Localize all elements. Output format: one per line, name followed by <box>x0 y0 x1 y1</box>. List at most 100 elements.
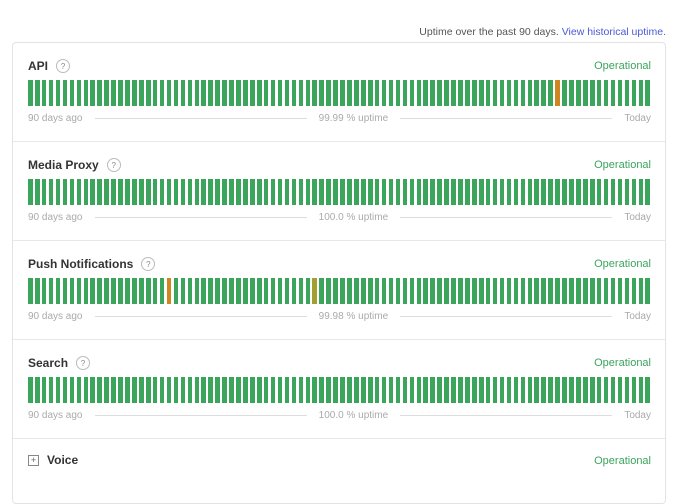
uptime-day-bar[interactable] <box>222 377 227 403</box>
uptime-day-bar[interactable] <box>382 80 387 106</box>
uptime-day-bar[interactable] <box>396 278 401 304</box>
uptime-day-bar[interactable] <box>458 80 463 106</box>
uptime-day-bar[interactable] <box>340 377 345 403</box>
uptime-day-bar[interactable] <box>639 278 644 304</box>
uptime-day-bar[interactable] <box>271 80 276 106</box>
uptime-day-bar[interactable] <box>257 80 262 106</box>
uptime-day-bar[interactable] <box>396 80 401 106</box>
uptime-day-bar[interactable] <box>306 278 311 304</box>
uptime-day-bar[interactable] <box>500 377 505 403</box>
uptime-day-bar[interactable] <box>521 278 526 304</box>
uptime-day-bar[interactable] <box>63 80 68 106</box>
uptime-day-bar[interactable] <box>590 278 595 304</box>
uptime-day-bar[interactable] <box>583 179 588 205</box>
uptime-day-bar[interactable] <box>215 377 220 403</box>
uptime-day-bar[interactable] <box>229 179 234 205</box>
uptime-day-bar[interactable] <box>215 278 220 304</box>
uptime-day-bar[interactable] <box>56 80 61 106</box>
uptime-day-bar[interactable] <box>111 377 116 403</box>
uptime-day-bar[interactable] <box>174 80 179 106</box>
uptime-day-bar[interactable] <box>84 278 89 304</box>
uptime-day-bar[interactable] <box>493 179 498 205</box>
view-historical-uptime-link[interactable]: View historical uptime. <box>562 26 666 38</box>
uptime-day-bar[interactable] <box>146 80 151 106</box>
uptime-day-bar[interactable] <box>264 179 269 205</box>
uptime-day-bar[interactable] <box>403 278 408 304</box>
uptime-day-bar[interactable] <box>479 179 484 205</box>
uptime-day-bar[interactable] <box>236 179 241 205</box>
uptime-day-bar[interactable] <box>507 80 512 106</box>
uptime-day-bar[interactable] <box>84 179 89 205</box>
uptime-day-bar[interactable] <box>597 377 602 403</box>
uptime-day-bar[interactable] <box>63 377 68 403</box>
uptime-day-bar[interactable] <box>42 179 47 205</box>
uptime-day-bar[interactable] <box>90 80 95 106</box>
uptime-day-bar[interactable] <box>645 80 650 106</box>
help-icon[interactable]: ? <box>56 59 70 73</box>
uptime-day-bar[interactable] <box>285 80 290 106</box>
uptime-day-bar[interactable] <box>507 278 512 304</box>
uptime-day-bar[interactable] <box>361 377 366 403</box>
uptime-day-bar[interactable] <box>569 377 574 403</box>
uptime-day-bar[interactable] <box>319 80 324 106</box>
uptime-day-bar[interactable] <box>548 179 553 205</box>
uptime-day-bar[interactable] <box>479 377 484 403</box>
uptime-day-bar[interactable] <box>104 377 109 403</box>
uptime-day-bar[interactable] <box>403 80 408 106</box>
uptime-day-bar[interactable] <box>583 377 588 403</box>
uptime-day-bar[interactable] <box>312 377 317 403</box>
uptime-day-bar[interactable] <box>222 278 227 304</box>
uptime-day-bar[interactable] <box>576 377 581 403</box>
uptime-day-bar[interactable] <box>632 80 637 106</box>
uptime-day-bar[interactable] <box>42 377 47 403</box>
uptime-day-bar[interactable] <box>195 80 200 106</box>
uptime-day-bar[interactable] <box>430 377 435 403</box>
uptime-day-bar[interactable] <box>326 179 331 205</box>
uptime-day-bar[interactable] <box>201 80 206 106</box>
uptime-day-bar[interactable] <box>299 278 304 304</box>
uptime-day-bar[interactable] <box>437 80 442 106</box>
uptime-day-bar[interactable] <box>90 377 95 403</box>
uptime-day-bar[interactable] <box>541 179 546 205</box>
uptime-day-bar[interactable] <box>181 377 186 403</box>
uptime-day-bar[interactable] <box>423 80 428 106</box>
uptime-day-bar[interactable] <box>347 80 352 106</box>
uptime-day-bar[interactable] <box>569 179 574 205</box>
uptime-day-bar[interactable] <box>576 179 581 205</box>
uptime-day-bar[interactable] <box>534 377 539 403</box>
uptime-day-bar[interactable] <box>451 278 456 304</box>
uptime-day-bar[interactable] <box>361 179 366 205</box>
uptime-day-bar[interactable] <box>562 278 567 304</box>
uptime-day-bar[interactable] <box>632 278 637 304</box>
uptime-day-bar[interactable] <box>632 179 637 205</box>
uptime-day-bar[interactable] <box>597 179 602 205</box>
uptime-day-bar[interactable] <box>465 80 470 106</box>
uptime-day-bar[interactable] <box>28 377 33 403</box>
uptime-day-bar[interactable] <box>208 377 213 403</box>
uptime-day-bar[interactable] <box>271 278 276 304</box>
uptime-day-bar[interactable] <box>312 278 317 304</box>
uptime-day-bar[interactable] <box>507 377 512 403</box>
uptime-day-bar[interactable] <box>354 377 359 403</box>
uptime-day-bar[interactable] <box>465 179 470 205</box>
uptime-day-bar[interactable] <box>70 179 75 205</box>
uptime-day-bar[interactable] <box>132 278 137 304</box>
uptime-day-bar[interactable] <box>97 80 102 106</box>
uptime-day-bar[interactable] <box>28 278 33 304</box>
uptime-day-bar[interactable] <box>167 80 172 106</box>
uptime-day-bar[interactable] <box>347 179 352 205</box>
uptime-day-bar[interactable] <box>222 179 227 205</box>
uptime-day-bar[interactable] <box>70 80 75 106</box>
uptime-day-bar[interactable] <box>541 80 546 106</box>
uptime-day-bar[interactable] <box>507 179 512 205</box>
uptime-day-bar[interactable] <box>243 179 248 205</box>
uptime-day-bar[interactable] <box>139 179 144 205</box>
uptime-day-bar[interactable] <box>118 377 123 403</box>
uptime-day-bar[interactable] <box>562 179 567 205</box>
uptime-day-bar[interactable] <box>299 80 304 106</box>
uptime-day-bar[interactable] <box>590 179 595 205</box>
uptime-day-bar[interactable] <box>382 377 387 403</box>
uptime-day-bar[interactable] <box>125 377 130 403</box>
uptime-day-bar[interactable] <box>604 278 609 304</box>
uptime-day-bar[interactable] <box>618 80 623 106</box>
